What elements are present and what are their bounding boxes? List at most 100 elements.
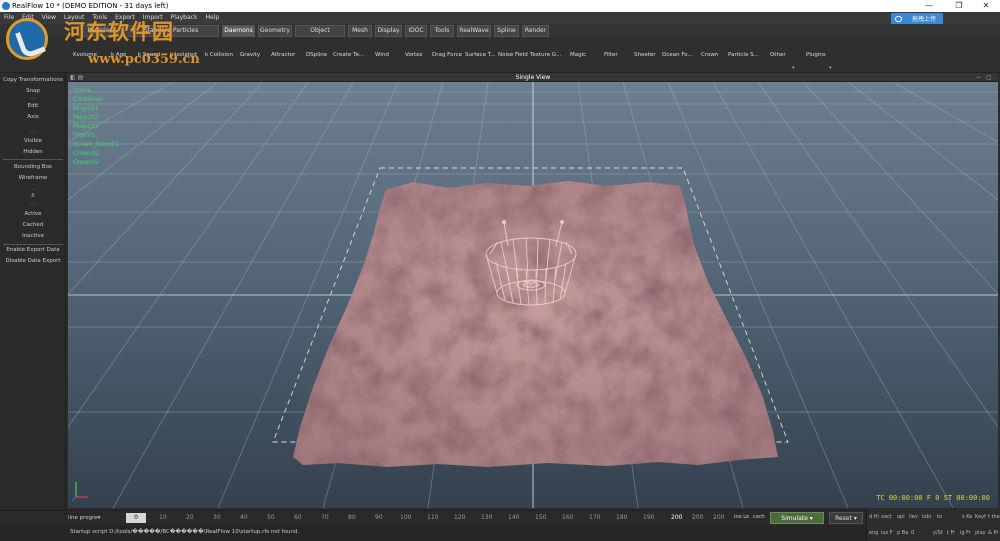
option-label[interactable]: 0 [911, 530, 914, 536]
shelf-attractor[interactable]: Attractor [271, 52, 295, 58]
shelf-magic[interactable]: Magic [570, 52, 586, 58]
other-dropdown-arrow-icon[interactable]: ▾ [792, 65, 795, 71]
reset-button[interactable]: Reset ▾ [829, 512, 863, 524]
menu-import[interactable]: Import [139, 12, 167, 24]
simulate-button[interactable]: Simulate ▾ [770, 512, 824, 524]
shelf-sheeter[interactable]: Sheeter [634, 52, 656, 58]
node-ocean-force01[interactable]: Ocean_Force01 [73, 140, 119, 149]
cached-button[interactable]: Cached [0, 222, 66, 228]
copy-transformations-button[interactable]: Copy Transformations [0, 77, 66, 83]
shelf-ocean-fo[interactable]: Ocean Fo... [662, 52, 693, 58]
option-label[interactable]: Keyf [975, 514, 986, 520]
tab-daemons[interactable]: Daemons [222, 25, 255, 37]
close-button[interactable]: ✕ [972, 0, 1000, 12]
tab-mesh[interactable]: Mesh [348, 25, 372, 37]
shelf-other[interactable]: Other [770, 52, 786, 58]
restore-button[interactable]: ❐ [945, 0, 973, 12]
option-label[interactable]: play [975, 530, 986, 536]
axis-button[interactable]: Axis [0, 114, 66, 120]
node-container[interactable]: Container [73, 95, 119, 104]
shelf-k-age[interactable]: k Age [111, 52, 127, 58]
active-button[interactable]: Active [0, 211, 66, 217]
inactive-button[interactable]: Inactive [0, 233, 66, 239]
snap-button[interactable]: Snap [0, 88, 66, 94]
tab-geometry[interactable]: Geometry [258, 25, 292, 37]
node-crown02[interactable]: Crown02 [73, 158, 119, 167]
node-magic03[interactable]: Magic03 [73, 122, 119, 131]
bounding-box-button[interactable]: Bounding Box [0, 164, 66, 170]
option-label[interactable]: eng [869, 530, 878, 536]
shelf-k-collision[interactable]: k Collision [205, 52, 233, 58]
scene-canvas[interactable] [68, 82, 998, 508]
shelf-plugins[interactable]: Plugins [806, 52, 826, 58]
option-label[interactable]: & Pr [988, 530, 998, 536]
shelf-k-isolated[interactable]: k Isolated [170, 52, 197, 58]
option-label[interactable]: opl [897, 514, 905, 520]
tab-tools[interactable]: Tools [430, 25, 454, 37]
shelf-filter[interactable]: Filter [604, 52, 618, 58]
option-label[interactable]: to [937, 514, 942, 520]
shelf-kvolume[interactable]: Kvolume [73, 52, 97, 58]
plugins-dropdown-arrow-icon[interactable]: ▾ [829, 65, 832, 71]
menu-edit[interactable]: Edit [18, 12, 38, 24]
tab-idoc[interactable]: IDOC [405, 25, 427, 37]
tab-realwave[interactable]: RealWave [457, 25, 491, 37]
tab-display[interactable]: Display [375, 25, 402, 37]
shelf-crown[interactable]: Crown [701, 52, 718, 58]
option-label[interactable]: xact [881, 514, 892, 520]
3d-viewport[interactable]: Scene Container Magic01 Magic02 Magic03 … [68, 82, 998, 508]
shelf-wind[interactable]: Wind [375, 52, 389, 58]
shelf-surface-t[interactable]: Surface T... [465, 52, 496, 58]
shelf-texture-g[interactable]: Texture G... [530, 52, 561, 58]
tab-object-dynamics[interactable]: Object Dynamics [295, 25, 345, 44]
menu-export[interactable]: Export [111, 12, 139, 24]
shelf-particle-s[interactable]: Particle S... [728, 52, 759, 58]
shelf-gravity[interactable]: Gravity [240, 52, 260, 58]
wireframe-button[interactable]: Wireframe [0, 175, 66, 181]
shelf-drag-force[interactable]: Drag Force [432, 52, 462, 58]
tab-particles[interactable]: Particles [78, 25, 122, 37]
shelf-noise-field[interactable]: Noise Field [498, 52, 528, 58]
visible-button[interactable]: Visible [0, 138, 66, 144]
node-filter01[interactable]: Filter01 [73, 131, 119, 140]
shelf-dspline[interactable]: DSpline [306, 52, 327, 58]
menu-help[interactable]: Help [201, 12, 223, 24]
tab-render[interactable]: Render [522, 25, 549, 37]
menu-playback[interactable]: Playback [167, 12, 202, 24]
option-label[interactable]: t Fr [947, 530, 955, 536]
option-label[interactable]: lobi [922, 514, 931, 520]
edit-button[interactable]: Edit [0, 103, 66, 109]
shelf-k-speed[interactable]: k Speed [138, 52, 160, 58]
disable-data-export-button[interactable]: Disable Data Export [0, 258, 66, 264]
end-frame-field[interactable]: 200 [692, 514, 703, 521]
option-label[interactable]: ius F [881, 530, 893, 536]
node-scene[interactable]: Scene [73, 86, 119, 95]
node-crown01[interactable]: Crown01 [73, 149, 119, 158]
node-magic01[interactable]: Magic01 [73, 104, 119, 113]
viewport-maximize-icon[interactable]: ▢ [986, 73, 992, 82]
max-frame-field[interactable]: 200 [713, 514, 724, 521]
menu-tools[interactable]: Tools [88, 12, 111, 24]
menu-layout[interactable]: Layout [60, 12, 88, 24]
cache-label[interactable]: cach [753, 514, 765, 520]
enable-export-data-button[interactable]: Enable Export Data [0, 247, 66, 253]
menu-view[interactable]: View [38, 12, 60, 24]
option-label[interactable]: ig Fr [960, 530, 971, 536]
minimize-button[interactable]: — [915, 0, 943, 12]
option-label[interactable]: y/St [933, 530, 943, 536]
tab-spline[interactable]: Spline [494, 25, 519, 37]
option-label[interactable]: s Ke [962, 514, 972, 520]
timeline-label[interactable]: ine Le [734, 514, 749, 520]
option-label[interactable]: t the [988, 514, 1000, 520]
tab-standard-particles[interactable]: Standard Particles [123, 25, 219, 37]
option-label[interactable]: ilev [909, 514, 918, 520]
current-frame-field[interactable]: 0 [126, 513, 146, 523]
menu-file[interactable]: File [0, 12, 18, 24]
shelf-create-te[interactable]: Create Te... [333, 52, 364, 58]
viewport-minimize-icon[interactable]: − [976, 73, 981, 82]
shelf-vortex[interactable]: Vortex [405, 52, 423, 58]
hidden-button[interactable]: Hidden [0, 149, 66, 155]
option-label[interactable]: d Hi [869, 514, 879, 520]
option-label[interactable]: p Ba [897, 530, 908, 536]
node-magic02[interactable]: Magic02 [73, 113, 119, 122]
